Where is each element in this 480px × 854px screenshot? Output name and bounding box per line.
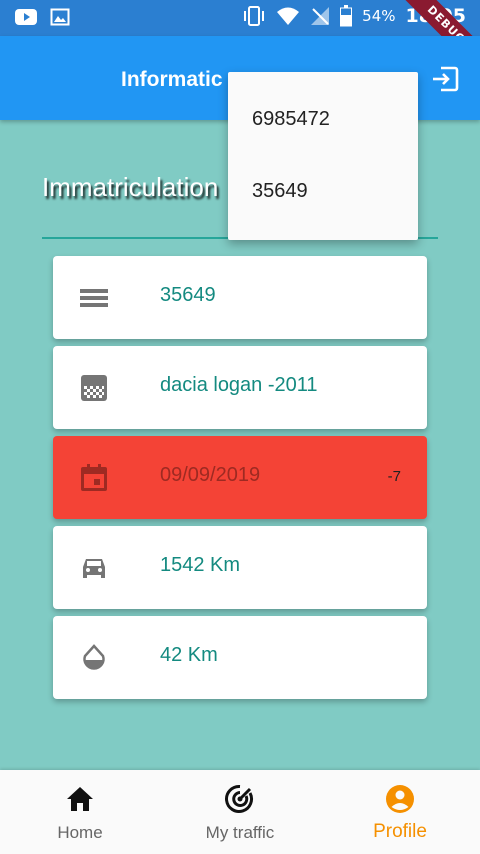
card-text: 42 Km <box>160 644 218 666</box>
youtube-icon <box>15 9 37 25</box>
card-text: dacia logan -2011 <box>160 374 318 396</box>
plate-lines-icon <box>80 289 108 307</box>
drop-icon <box>83 644 105 670</box>
logout-icon[interactable] <box>430 64 460 94</box>
nav-label: Profile <box>373 821 427 842</box>
days-remaining: -7 <box>387 468 401 485</box>
nav-my-traffic[interactable]: My traffic <box>160 770 320 854</box>
nav-profile[interactable]: Profile <box>320 770 480 854</box>
plate-dropdown-menu: 6985472 35649 <box>228 72 418 240</box>
dropdown-item[interactable]: 6985472 <box>252 108 330 131</box>
home-icon <box>67 787 93 811</box>
nav-label: My traffic <box>205 823 275 842</box>
status-left-icons <box>14 7 70 27</box>
car-icon <box>83 559 105 578</box>
image-icon <box>50 8 70 26</box>
card-text: 09/09/2019 <box>160 464 261 486</box>
card-oil[interactable]: 42 Km <box>53 616 427 699</box>
wifi-icon <box>277 7 300 25</box>
nav-home[interactable]: Home <box>0 770 160 854</box>
card-text: 35649 <box>160 284 216 306</box>
dropdown-item[interactable]: 35649 <box>252 180 308 203</box>
bottom-navigation: Home My traffic Profile <box>0 770 480 854</box>
calendar-icon <box>81 464 107 491</box>
nav-label: Home <box>57 823 103 842</box>
battery-icon <box>340 5 353 27</box>
vibrate-icon <box>244 6 265 26</box>
no-signal-icon <box>311 7 330 25</box>
account-circle-icon <box>386 785 414 813</box>
card-plate[interactable]: 35649 <box>53 256 427 339</box>
radar-icon <box>225 784 253 813</box>
card-text: 1542 Km <box>160 554 241 576</box>
card-model[interactable]: dacia logan -2011 <box>53 346 427 429</box>
page-title: Informatic <box>121 68 223 91</box>
status-bar: 54% 18:05 DEBUG <box>0 0 480 83</box>
plate-label[interactable]: Immatriculation <box>42 172 218 203</box>
card-date-alert[interactable]: 09/09/2019 -7 <box>53 436 427 519</box>
battery-percent: 54% <box>362 7 396 25</box>
card-mileage[interactable]: 1542 Km <box>53 526 427 609</box>
model-icon <box>81 375 107 401</box>
